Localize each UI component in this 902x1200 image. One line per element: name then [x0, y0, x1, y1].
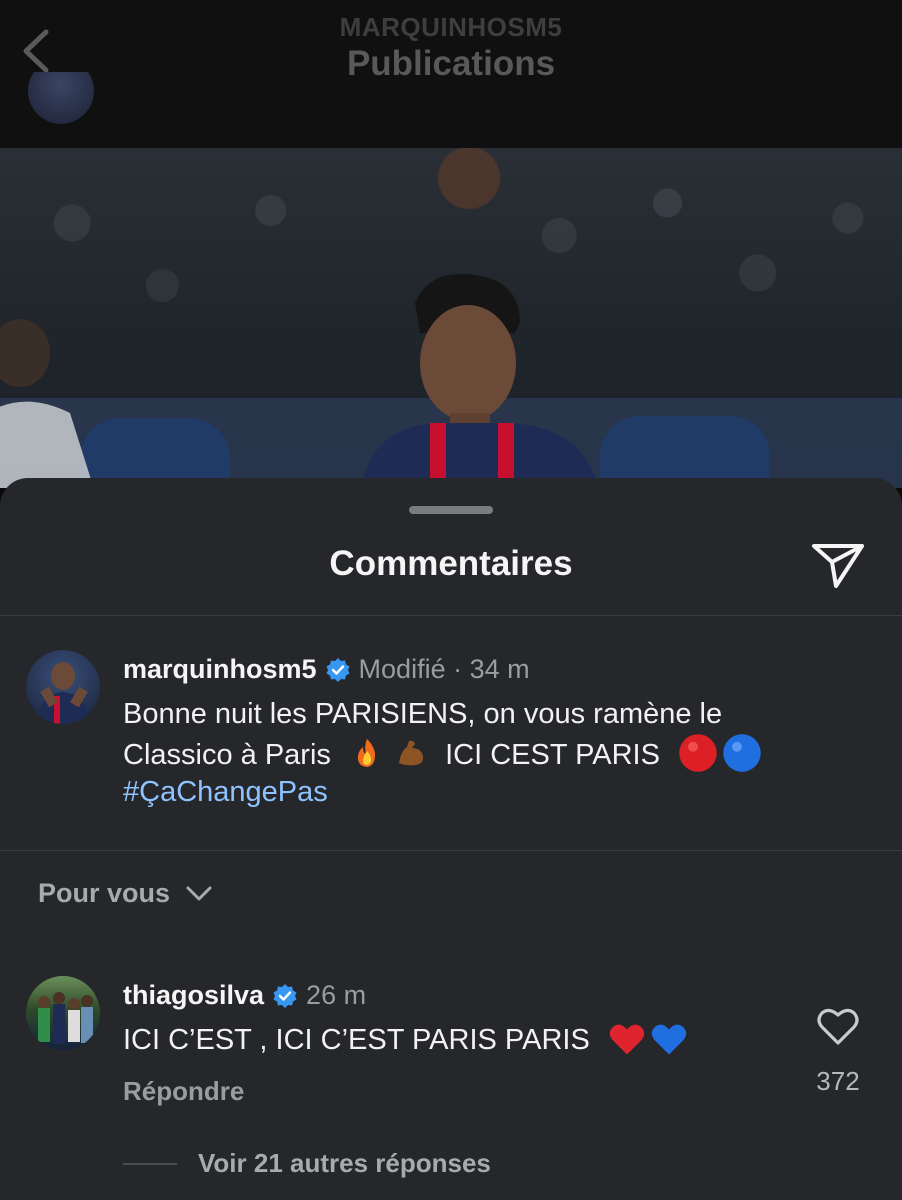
comment-time: 26 m [306, 980, 367, 1010]
comment-filter-label: Pour vous [38, 878, 171, 908]
flexed-biceps-emoji-icon [399, 740, 424, 766]
chevron-down-icon [186, 886, 212, 900]
red-circle-emoji-icon [679, 734, 717, 772]
reply-button[interactable]: Répondre [123, 1076, 244, 1107]
caption-meta: marquinhosm5 Modifié · 34 m [123, 654, 530, 685]
caption-text: Bonne nuit les PARISIENS, on vous ramène… [123, 696, 823, 811]
caption-line-2-a: Classico à Paris [123, 739, 331, 771]
like-heart-icon[interactable] [816, 1006, 860, 1046]
sheet-title: Commentaires [329, 544, 573, 583]
comment-author-avatar[interactable] [26, 976, 100, 1050]
like-count: 372 [816, 1066, 860, 1096]
caption-line-1: Bonne nuit les PARISIENS, on vous ramène… [123, 698, 723, 730]
comment-body: ICI C’EST , ICI C’EST PARIS PARIS [123, 1024, 590, 1056]
caption-time: Modifié · 34 m [358, 654, 530, 684]
background-player-figure [0, 319, 94, 488]
comments-sheet: Commentaires marquinhosm5 Modifié · 34 m… [0, 478, 902, 1200]
caption-hashtag[interactable]: #ÇaChangePas [123, 774, 823, 811]
caption-username[interactable]: marquinhosm5 [123, 654, 317, 685]
blue-circle-emoji-icon [723, 734, 761, 772]
drag-handle[interactable] [409, 506, 493, 514]
post-photo [0, 148, 902, 488]
player-figure [360, 273, 599, 488]
replies-divider [123, 1163, 177, 1165]
send-icon[interactable] [810, 540, 866, 590]
comment-meta: thiagosilva 26 m [123, 980, 366, 1011]
top-bar: MARQUINHOSM5 Publications [0, 0, 902, 148]
profile-username: MARQUINHOSM5 [339, 12, 563, 42]
caption-author-avatar[interactable] [26, 650, 100, 724]
red-heart-emoji-icon [609, 1024, 645, 1055]
caption-line-2: Classico à Paris ICI CEST PARIS [123, 733, 823, 774]
divider [0, 615, 902, 616]
comment-username[interactable]: thiagosilva [123, 980, 264, 1011]
view-more-replies-button[interactable]: Voir 21 autres réponses [198, 1148, 491, 1179]
fire-emoji-icon [357, 739, 375, 767]
blue-heart-emoji-icon [651, 1024, 687, 1055]
comment-text: ICI C’EST , ICI C’EST PARIS PARIS [123, 1020, 763, 1059]
divider [0, 850, 902, 851]
caption-line-2-b: ICI CEST PARIS [445, 739, 660, 771]
page-title: Publications [346, 44, 556, 83]
verified-badge-icon [273, 983, 297, 1008]
post-author-avatar[interactable] [28, 72, 94, 124]
comment-filter-dropdown[interactable]: Pour vous [38, 878, 212, 909]
verified-badge-icon [326, 657, 350, 682]
